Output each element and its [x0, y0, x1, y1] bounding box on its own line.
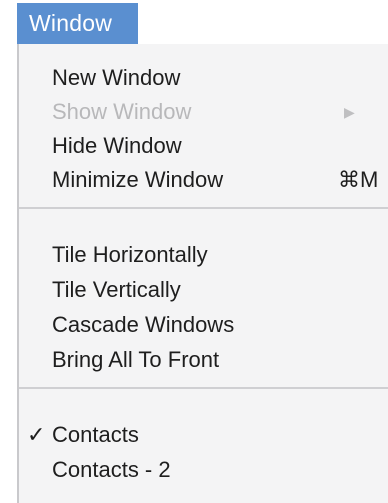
checkmark-icon: ✓ [27, 422, 46, 447]
menu-item-bring-all-to-front[interactable]: Bring All To Front [19, 343, 388, 377]
menu-separator [19, 387, 388, 389]
menu-item-label: Minimize Window [52, 167, 224, 192]
menu-item-label: Cascade Windows [52, 312, 235, 337]
window-menu-screenshot: Window New Window Show Window ▶ Hide Win… [0, 0, 388, 503]
menu-item-show-window: Show Window ▶ [19, 95, 388, 129]
menu-item-label: Hide Window [52, 133, 182, 158]
menu-item-contacts[interactable]: ✓ Contacts [19, 418, 388, 452]
menu-item-cascade-windows[interactable]: Cascade Windows [19, 308, 388, 342]
menu-item-hide-window[interactable]: Hide Window [19, 129, 388, 163]
menu-item-label: Show Window [52, 99, 192, 124]
window-menu-dropdown: New Window Show Window ▶ Hide Window Min… [17, 44, 388, 503]
keyboard-shortcut: ⌘M [338, 167, 379, 192]
menu-item-tile-horizontally[interactable]: Tile Horizontally [19, 238, 388, 272]
menu-item-contacts-2[interactable]: Contacts - 2 [19, 453, 388, 487]
menu-item-label: Tile Vertically [52, 277, 181, 302]
menu-item-new-window[interactable]: New Window [19, 61, 388, 95]
menu-item-label: Contacts [52, 422, 139, 447]
chevron-right-icon: ▶ [344, 104, 355, 120]
window-menu-title[interactable]: Window [17, 3, 138, 44]
menu-item-tile-vertically[interactable]: Tile Vertically [19, 273, 388, 307]
menu-item-label: New Window [52, 65, 181, 90]
menu-item-minimize-window[interactable]: Minimize Window ⌘M [19, 163, 388, 197]
menu-separator [19, 207, 388, 209]
menu-item-label: Bring All To Front [52, 347, 220, 372]
menu-item-label: Tile Horizontally [52, 242, 208, 267]
menu-item-label: Contacts - 2 [52, 457, 171, 482]
